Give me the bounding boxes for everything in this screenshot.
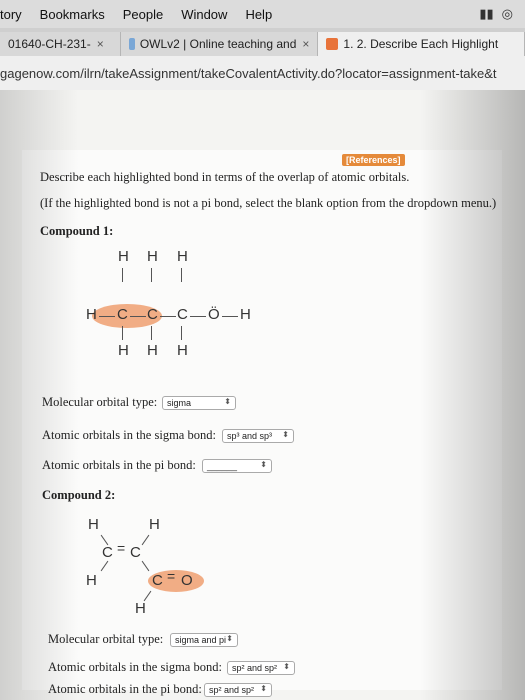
bond [99, 316, 115, 317]
atom-c: C [152, 572, 163, 589]
bond [100, 560, 109, 572]
compound2-mo-select[interactable]: sigma and pi ⬍ [170, 633, 238, 647]
compound1-sigma-select[interactable]: sp³ and sp³ ⬍ [222, 429, 294, 443]
chegg-icon [326, 38, 339, 50]
bond [130, 316, 146, 317]
selected-value: ______ [207, 461, 238, 471]
atom-h: H [88, 516, 99, 533]
bond [141, 560, 150, 572]
compound2-sigma-select[interactable]: sp² and sp² ⬍ [227, 661, 295, 675]
address-bar[interactable]: gagenow.com/ilrn/takeAssignment/takeCova… [0, 56, 525, 91]
owl-icon [128, 38, 135, 50]
double-bond: = [167, 568, 176, 584]
chevron-icon: ⬍ [283, 662, 290, 671]
selected-value: sp² and sp² [209, 685, 255, 695]
bond [190, 316, 206, 317]
tab-course[interactable]: 01640-CH-231- × [0, 32, 121, 56]
menu-window[interactable]: Window [181, 7, 227, 22]
atom-h: H [240, 306, 251, 323]
page: [References] Describe each highlighted b… [0, 90, 525, 700]
tab-owl-label: OWLv2 | Online teaching and [139, 37, 297, 51]
atom-h: H [177, 248, 188, 265]
url-text: gagenow.com/ilrn/takeAssignment/takeCova… [0, 65, 497, 81]
tab-owl[interactable]: OWLv2 | Online teaching and × [120, 32, 319, 56]
menu-history[interactable]: tory [0, 7, 22, 22]
close-icon[interactable]: × [97, 37, 104, 51]
double-bond: = [117, 540, 126, 556]
bond [151, 268, 152, 282]
bond [122, 326, 123, 340]
menu-people[interactable]: People [123, 7, 163, 22]
instruction-line-2: (If the highlighted bond is not a pi bon… [40, 196, 497, 210]
atom-c: C [147, 306, 158, 323]
atom-h: H [86, 306, 97, 323]
atom-o: O [181, 572, 193, 589]
chevron-icon: ⬍ [224, 397, 231, 406]
instruction-line-1: Describe each highlighted bond in terms … [40, 170, 410, 184]
compound1-mo-select[interactable]: sigma ⬍ [162, 396, 236, 410]
compound1-pi-select[interactable]: ______ ⬍ [202, 459, 272, 473]
atom-h: H [147, 342, 158, 359]
selected-value: sigma [167, 398, 192, 408]
bond [151, 326, 152, 340]
sync-icon[interactable]: ◎ [502, 6, 513, 22]
bond [141, 534, 150, 546]
selected-value: sp³ and sp³ [227, 431, 273, 441]
bond [181, 268, 182, 282]
atom-h: H [86, 572, 97, 589]
tab-chegg[interactable]: 1. 2. Describe Each Highlight [318, 32, 525, 56]
menu-bar: tory Bookmarks People Window Help ▮▮ ◎ [0, 0, 525, 28]
atom-c: C [117, 306, 128, 323]
atom-h: H [118, 248, 129, 265]
atom-c: C [130, 544, 141, 561]
atom-h: H [118, 342, 129, 359]
compound1-sigma-label: Atomic orbitals in the sigma bond: [42, 428, 216, 442]
selected-value: sp² and sp² [232, 663, 278, 673]
compound2-sigma-label: Atomic orbitals in the sigma bond: [48, 660, 222, 674]
atom-h: H [149, 516, 160, 533]
tab-course-label: 01640-CH-231- [8, 37, 91, 51]
selected-value: sigma and pi [175, 635, 227, 645]
compound2-pi-select[interactable]: sp² and sp² ⬍ [204, 683, 272, 697]
compound2-title: Compound 2: [42, 488, 116, 502]
chevron-icon: ⬍ [282, 430, 289, 439]
atom-h: H [177, 342, 188, 359]
menu-bookmarks[interactable]: Bookmarks [40, 7, 105, 22]
atom-c: C [102, 544, 113, 561]
status-icon[interactable]: ▮▮ [479, 6, 493, 22]
atom-c: C [177, 306, 188, 323]
chevron-icon: ⬍ [226, 634, 233, 643]
menu-help[interactable]: Help [245, 7, 272, 22]
references-link[interactable]: [References] [342, 154, 405, 166]
close-icon[interactable]: × [302, 37, 309, 51]
atom-h: H [147, 248, 158, 265]
compound1-mo-label: Molecular orbital type: [42, 395, 158, 409]
compound1-pi-label: Atomic orbitals in the pi bond: [42, 458, 196, 472]
bond [122, 268, 123, 282]
bond [222, 316, 238, 317]
compound1-title: Compound 1: [40, 224, 114, 238]
compound2-pi-label: Atomic orbitals in the pi bond: [48, 682, 202, 696]
bond [160, 316, 176, 317]
bond [181, 326, 182, 340]
tab-chegg-label: 1. 2. Describe Each Highlight [343, 37, 499, 51]
question-panel: [References] Describe each highlighted b… [22, 150, 502, 697]
chevron-icon: ⬍ [260, 684, 267, 693]
atom-h: H [135, 600, 146, 617]
tab-bar: 01640-CH-231- × OWLv2 | Online teaching … [0, 28, 525, 56]
atom-o: Ö [208, 306, 220, 323]
compound2-mo-label: Molecular orbital type: [48, 632, 164, 646]
chevron-icon: ⬍ [260, 460, 267, 469]
